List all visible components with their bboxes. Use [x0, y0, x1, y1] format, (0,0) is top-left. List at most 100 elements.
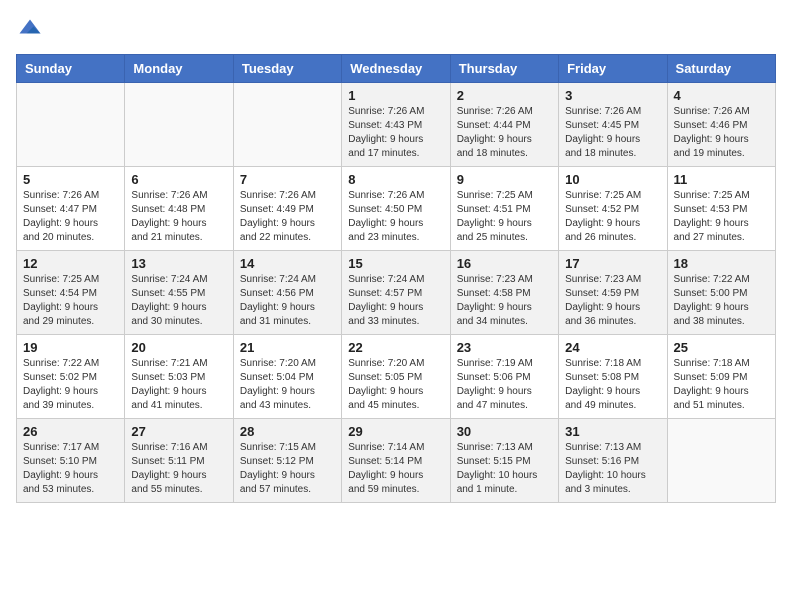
day-info: Sunrise: 7:20 AM Sunset: 5:05 PM Dayligh…: [348, 357, 443, 413]
day-info: Sunrise: 7:26 AM Sunset: 4:44 PM Dayligh…: [457, 105, 552, 161]
logo-icon: [16, 16, 44, 44]
calendar-cell: 21 Sunrise: 7:20 AM Sunset: 5:04 PM Dayli…: [233, 335, 341, 419]
day-number: 19: [23, 340, 118, 355]
calendar-cell: 4Sunrise: 7:26 AM Sunset: 4:46 PM Daylig…: [667, 83, 775, 167]
day-info: Sunrise: 7:25 AM Sunset: 4:53 PM Dayligh…: [674, 189, 769, 245]
calendar-cell: 29 Sunrise: 7:14 AM Sunset: 5:14 PM Dayli…: [342, 419, 450, 503]
weekday-header-saturday: Saturday: [667, 55, 775, 83]
day-number: 15: [348, 256, 443, 271]
calendar-cell: 23Sunrise: 7:19 AM Sunset: 5:06 PM Dayli…: [450, 335, 558, 419]
day-number: 28: [240, 424, 335, 439]
day-info: Sunrise: 7:25 AM Sunset: 4:51 PM Dayligh…: [457, 189, 552, 245]
day-number: 2: [457, 88, 552, 103]
day-number: 17: [565, 256, 660, 271]
day-number: 3: [565, 88, 660, 103]
day-info: Sunrise: 7:23 AM Sunset: 4:59 PM Dayligh…: [565, 273, 660, 329]
day-info: Sunrise: 7:26 AM Sunset: 4:49 PM Dayligh…: [240, 189, 335, 245]
day-number: 7: [240, 172, 335, 187]
day-number: 1: [348, 88, 443, 103]
day-info: Sunrise: 7:16 AM Sunset: 5:11 PM Dayligh…: [131, 441, 226, 497]
calendar-week-row: 19 Sunrise: 7:22 AM Sunset: 5:02 PM Dayli…: [17, 335, 776, 419]
day-info: Sunrise: 7:14 AM Sunset: 5:14 PM Dayligh…: [348, 441, 443, 497]
day-info: Sunrise: 7:22 AM Sunset: 5:02 PM Dayligh…: [23, 357, 118, 413]
calendar-cell: 17 Sunrise: 7:23 AM Sunset: 4:59 PM Dayli…: [559, 251, 667, 335]
day-info: Sunrise: 7:21 AM Sunset: 5:03 PM Dayligh…: [131, 357, 226, 413]
day-info: Sunrise: 7:22 AM Sunset: 5:00 PM Dayligh…: [674, 273, 769, 329]
day-number: 29: [348, 424, 443, 439]
calendar-cell: 24 Sunrise: 7:18 AM Sunset: 5:08 PM Dayli…: [559, 335, 667, 419]
calendar-cell: 8 Sunrise: 7:26 AM Sunset: 4:50 PM Daylig…: [342, 167, 450, 251]
calendar-week-row: 12 Sunrise: 7:25 AM Sunset: 4:54 PM Dayli…: [17, 251, 776, 335]
calendar-cell: 7 Sunrise: 7:26 AM Sunset: 4:49 PM Daylig…: [233, 167, 341, 251]
calendar-cell: 28 Sunrise: 7:15 AM Sunset: 5:12 PM Dayli…: [233, 419, 341, 503]
calendar-cell: [125, 83, 233, 167]
weekday-header-tuesday: Tuesday: [233, 55, 341, 83]
day-info: Sunrise: 7:26 AM Sunset: 4:43 PM Dayligh…: [348, 105, 443, 161]
weekday-header-thursday: Thursday: [450, 55, 558, 83]
day-number: 12: [23, 256, 118, 271]
calendar-header-row: SundayMondayTuesdayWednesdayThursdayFrid…: [17, 55, 776, 83]
day-number: 27: [131, 424, 226, 439]
day-info: Sunrise: 7:18 AM Sunset: 5:08 PM Dayligh…: [565, 357, 660, 413]
weekday-header-sunday: Sunday: [17, 55, 125, 83]
weekday-header-wednesday: Wednesday: [342, 55, 450, 83]
day-info: Sunrise: 7:24 AM Sunset: 4:56 PM Dayligh…: [240, 273, 335, 329]
calendar-cell: 30 Sunrise: 7:13 AM Sunset: 5:15 PM Dayli…: [450, 419, 558, 503]
calendar-week-row: 26 Sunrise: 7:17 AM Sunset: 5:10 PM Dayli…: [17, 419, 776, 503]
calendar-cell: 14 Sunrise: 7:24 AM Sunset: 4:56 PM Dayli…: [233, 251, 341, 335]
calendar-cell: 9 Sunrise: 7:25 AM Sunset: 4:51 PM Daylig…: [450, 167, 558, 251]
day-number: 18: [674, 256, 769, 271]
calendar-cell: 11Sunrise: 7:25 AM Sunset: 4:53 PM Dayli…: [667, 167, 775, 251]
day-number: 9: [457, 172, 552, 187]
day-number: 30: [457, 424, 552, 439]
day-number: 16: [457, 256, 552, 271]
calendar-cell: 6 Sunrise: 7:26 AM Sunset: 4:48 PM Daylig…: [125, 167, 233, 251]
calendar-cell: [667, 419, 775, 503]
day-number: 24: [565, 340, 660, 355]
calendar-cell: 18 Sunrise: 7:22 AM Sunset: 5:00 PM Dayli…: [667, 251, 775, 335]
calendar-cell: 16Sunrise: 7:23 AM Sunset: 4:58 PM Dayli…: [450, 251, 558, 335]
day-info: Sunrise: 7:18 AM Sunset: 5:09 PM Dayligh…: [674, 357, 769, 413]
day-number: 4: [674, 88, 769, 103]
day-number: 10: [565, 172, 660, 187]
logo: [16, 16, 48, 44]
day-number: 23: [457, 340, 552, 355]
day-info: Sunrise: 7:25 AM Sunset: 4:54 PM Dayligh…: [23, 273, 118, 329]
day-info: Sunrise: 7:26 AM Sunset: 4:50 PM Dayligh…: [348, 189, 443, 245]
weekday-header-monday: Monday: [125, 55, 233, 83]
calendar-cell: 19 Sunrise: 7:22 AM Sunset: 5:02 PM Dayli…: [17, 335, 125, 419]
day-number: 20: [131, 340, 226, 355]
day-info: Sunrise: 7:13 AM Sunset: 5:16 PM Dayligh…: [565, 441, 660, 497]
day-info: Sunrise: 7:25 AM Sunset: 4:52 PM Dayligh…: [565, 189, 660, 245]
calendar-cell: 13Sunrise: 7:24 AM Sunset: 4:55 PM Dayli…: [125, 251, 233, 335]
day-number: 21: [240, 340, 335, 355]
calendar-table: SundayMondayTuesdayWednesdayThursdayFrid…: [16, 54, 776, 503]
day-info: Sunrise: 7:20 AM Sunset: 5:04 PM Dayligh…: [240, 357, 335, 413]
calendar-cell: [233, 83, 341, 167]
day-info: Sunrise: 7:26 AM Sunset: 4:48 PM Dayligh…: [131, 189, 226, 245]
calendar-cell: 1 Sunrise: 7:26 AM Sunset: 4:43 PM Daylig…: [342, 83, 450, 167]
day-number: 5: [23, 172, 118, 187]
day-number: 22: [348, 340, 443, 355]
weekday-header-friday: Friday: [559, 55, 667, 83]
day-info: Sunrise: 7:15 AM Sunset: 5:12 PM Dayligh…: [240, 441, 335, 497]
calendar-cell: 31 Sunrise: 7:13 AM Sunset: 5:16 PM Dayli…: [559, 419, 667, 503]
day-number: 26: [23, 424, 118, 439]
day-number: 8: [348, 172, 443, 187]
calendar-cell: 26 Sunrise: 7:17 AM Sunset: 5:10 PM Dayli…: [17, 419, 125, 503]
day-number: 6: [131, 172, 226, 187]
day-number: 14: [240, 256, 335, 271]
calendar-cell: 25 Sunrise: 7:18 AM Sunset: 5:09 PM Dayli…: [667, 335, 775, 419]
day-number: 31: [565, 424, 660, 439]
day-info: Sunrise: 7:24 AM Sunset: 4:57 PM Dayligh…: [348, 273, 443, 329]
calendar-cell: 5 Sunrise: 7:26 AM Sunset: 4:47 PM Daylig…: [17, 167, 125, 251]
day-info: Sunrise: 7:13 AM Sunset: 5:15 PM Dayligh…: [457, 441, 552, 497]
day-info: Sunrise: 7:17 AM Sunset: 5:10 PM Dayligh…: [23, 441, 118, 497]
calendar-cell: 12 Sunrise: 7:25 AM Sunset: 4:54 PM Dayli…: [17, 251, 125, 335]
day-info: Sunrise: 7:26 AM Sunset: 4:45 PM Dayligh…: [565, 105, 660, 161]
day-info: Sunrise: 7:26 AM Sunset: 4:47 PM Dayligh…: [23, 189, 118, 245]
day-number: 25: [674, 340, 769, 355]
calendar-cell: 20 Sunrise: 7:21 AM Sunset: 5:03 PM Dayli…: [125, 335, 233, 419]
day-number: 13: [131, 256, 226, 271]
calendar-cell: [17, 83, 125, 167]
